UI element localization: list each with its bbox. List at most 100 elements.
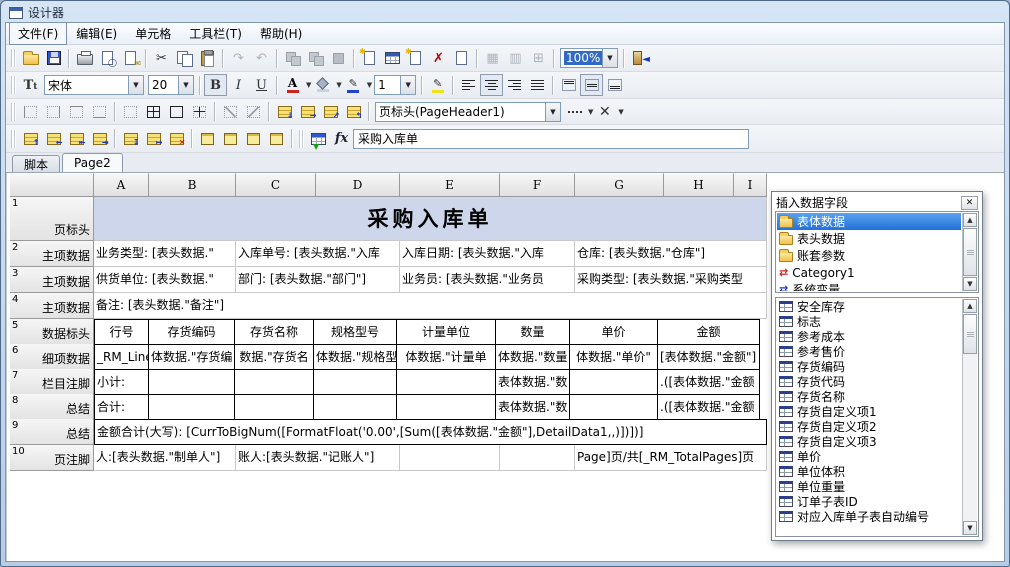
field-item-14[interactable]: 对应入库单子表自动编号 xyxy=(777,509,961,524)
band-style-3-button[interactable] xyxy=(242,128,265,150)
exit-button[interactable]: ◄ xyxy=(628,47,651,69)
band-style-4-button[interactable] xyxy=(265,128,288,150)
underline-button[interactable]: U xyxy=(250,74,273,96)
bring-forward-button[interactable] xyxy=(281,47,304,69)
row-header-3[interactable]: 3主项数据 xyxy=(10,267,94,293)
cell-r6-D[interactable]: 体数据."规格型 xyxy=(313,344,397,370)
cell-r10-E[interactable] xyxy=(400,445,500,471)
cell-r10-C-D[interactable]: 账人:[表头数据."记账人"] xyxy=(236,445,400,471)
cell-r7-E[interactable] xyxy=(396,369,496,395)
valign-middle-button[interactable] xyxy=(580,74,603,96)
scroll-up-arrow[interactable]: ▲ xyxy=(963,299,977,313)
cell-r6-F[interactable]: 体数据."数量 xyxy=(495,344,570,370)
field-item-5[interactable]: 存货代码 xyxy=(777,374,961,389)
menu-file[interactable]: 文件(F) xyxy=(9,22,67,45)
border-diagonal-down-button[interactable] xyxy=(242,101,265,123)
cell-r5-B[interactable]: 存货编码 xyxy=(148,319,235,345)
row-header-10[interactable]: 10页注脚 xyxy=(10,445,94,471)
redo-button[interactable]: ↷ xyxy=(227,47,250,69)
paste-button[interactable] xyxy=(196,47,219,69)
panel-close-button[interactable]: ✕ xyxy=(961,196,978,210)
field-item-13[interactable]: 订单子表ID xyxy=(777,494,961,509)
scroll-up-arrow[interactable]: ▲ xyxy=(963,213,977,227)
band-style-2-button[interactable] xyxy=(219,128,242,150)
cell-r3-E-F[interactable]: 业务员: [表头数据."业务员 xyxy=(400,267,575,293)
category-item-0[interactable]: 表体数据 xyxy=(777,213,961,230)
line-style-button[interactable] xyxy=(563,101,586,123)
cell-r5-D[interactable]: 规格型号 xyxy=(313,319,397,345)
undo-button[interactable]: ↶ xyxy=(250,47,273,69)
field-item-4[interactable]: 存货编码 xyxy=(777,359,961,374)
cell-r6-B[interactable]: 体数据."存货编 xyxy=(148,344,235,370)
category-item-1[interactable]: 表头数据 xyxy=(777,230,961,247)
band-dropdown-arrow[interactable]: ▼ xyxy=(545,103,560,121)
cell-r1-A-I[interactable]: 采购入库单 xyxy=(94,197,767,241)
cell-r8-H-I[interactable]: .([表体数据."金额 xyxy=(657,394,760,420)
cell-r8-E[interactable] xyxy=(396,394,496,420)
bold-button[interactable]: B xyxy=(204,74,227,96)
border-none-button[interactable] xyxy=(119,101,142,123)
border-right-button[interactable] xyxy=(42,101,65,123)
cell-r8-B[interactable] xyxy=(148,394,235,420)
cell-r7-A[interactable]: 小计: xyxy=(94,369,149,395)
open-button[interactable] xyxy=(19,47,42,69)
cell-r10-A-B[interactable]: 人:[表头数据."制单人"] xyxy=(94,445,236,471)
col-header-C[interactable]: C xyxy=(236,173,316,197)
cell-r4-A-I[interactable]: 备注: [表头数据."备注"] xyxy=(94,293,767,319)
print-button[interactable] xyxy=(73,47,96,69)
font-size-dropdown-arrow[interactable]: ▼ xyxy=(178,76,193,94)
cell-r8-A[interactable]: 合计: xyxy=(94,394,149,420)
row-header-1[interactable]: 1页标头 xyxy=(10,197,94,241)
border-outline-button[interactable] xyxy=(165,101,188,123)
col-header-A[interactable]: A xyxy=(94,173,149,197)
align-right-button[interactable] xyxy=(503,74,526,96)
font-size-select[interactable]: 20 ▼ xyxy=(148,75,194,95)
cell-r8-G[interactable] xyxy=(569,394,658,420)
italic-button[interactable]: I xyxy=(227,74,250,96)
cell-r7-C[interactable] xyxy=(234,369,314,395)
highlight-button[interactable]: ✎ xyxy=(426,74,449,96)
field-item-1[interactable]: 标志 xyxy=(777,314,961,329)
col-header-B[interactable]: B xyxy=(149,173,236,197)
cell-r8-D[interactable] xyxy=(313,394,397,420)
zoom-dropdown-arrow[interactable]: ▼ xyxy=(602,49,617,67)
cell-r5-G[interactable]: 单价 xyxy=(569,319,658,345)
col-header-F[interactable]: F xyxy=(500,173,575,197)
grid-corner[interactable] xyxy=(10,173,94,197)
cell-r6-C[interactable]: 数据."存货名 xyxy=(234,344,314,370)
row-header-2[interactable]: 2主项数据 xyxy=(10,241,94,267)
insert-cell-down-button[interactable]: ↓ xyxy=(273,101,296,123)
formula-input[interactable] xyxy=(353,129,749,149)
font-button[interactable]: Tt xyxy=(19,74,42,96)
cell-r2-C-D[interactable]: 入库单号: [表头数据."入库 xyxy=(236,241,400,267)
insert-column-right-button[interactable]: ⇥ xyxy=(88,128,111,150)
cell-r9-A-I[interactable]: 金额合计(大写): [CurrToBigNum([FormatFloat('0.… xyxy=(94,419,767,445)
valign-bottom-button[interactable] xyxy=(603,74,626,96)
band-style-1-button[interactable] xyxy=(196,128,219,150)
scrollbar-thumb[interactable] xyxy=(963,228,977,276)
cell-r5-A[interactable]: 行号 xyxy=(94,319,149,345)
line-color-button[interactable]: ✎ xyxy=(342,74,365,96)
field-item-11[interactable]: 单位体积 xyxy=(777,464,961,479)
col-header-D[interactable]: D xyxy=(316,173,400,197)
cell-r8-C[interactable] xyxy=(234,394,314,420)
field-scrollbar[interactable]: ▲ ▼ xyxy=(962,299,977,535)
font-name-select[interactable]: 宋体 ▼ xyxy=(44,75,144,95)
align-justify-button[interactable] xyxy=(526,74,549,96)
cell-r2-G-I[interactable]: 仓库: [表头数据."仓库"] xyxy=(575,241,767,267)
cell-r7-F[interactable]: 表体数据."数 xyxy=(495,369,570,395)
cell-r5-F[interactable]: 数量 xyxy=(495,319,570,345)
delete-column-button[interactable]: ↦ xyxy=(142,128,165,150)
border-width-dropdown-arrow[interactable]: ▼ xyxy=(400,76,415,94)
insert-column-left-button[interactable]: ⇤ xyxy=(65,128,88,150)
toolbar-grip[interactable] xyxy=(11,103,16,121)
show-grid-button[interactable]: ▦ xyxy=(481,47,504,69)
row-header-6[interactable]: 6细项数据 xyxy=(10,344,94,370)
cut-button[interactable]: ✂ xyxy=(150,47,173,69)
band-select[interactable]: 页标头(PageHeader1) ▼ xyxy=(375,102,561,122)
align-center-button[interactable] xyxy=(480,74,503,96)
font-name-dropdown-arrow[interactable]: ▼ xyxy=(128,76,143,94)
copy-button[interactable] xyxy=(173,47,196,69)
cell-r7-B[interactable] xyxy=(148,369,235,395)
insert-row-below-button[interactable]: ← xyxy=(42,128,65,150)
